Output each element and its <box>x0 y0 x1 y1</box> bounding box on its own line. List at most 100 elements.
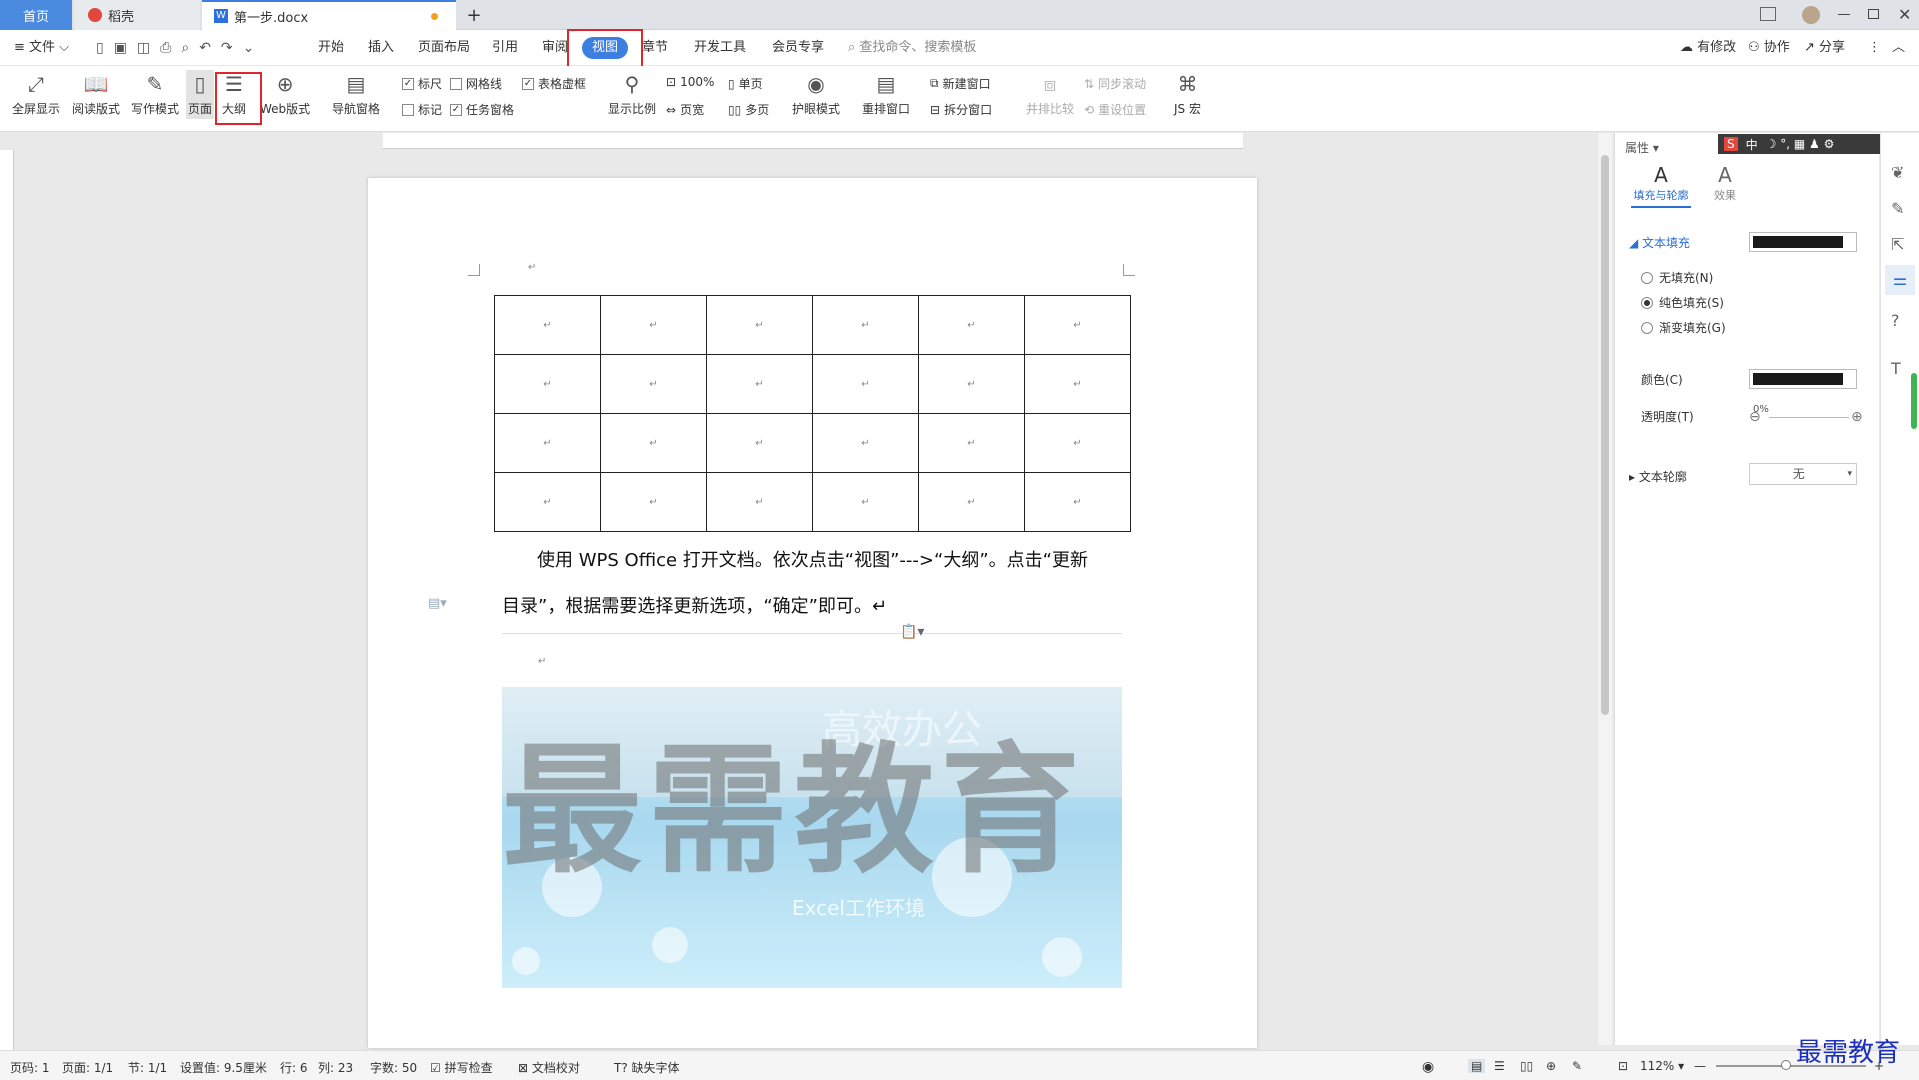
table-cell[interactable]: ↵ <box>494 354 601 414</box>
table-cell[interactable]: ↵ <box>918 413 1025 473</box>
tab-document[interactable]: W 第一步.docx <box>202 0 456 30</box>
select-icon[interactable]: ⇱ <box>1891 235 1904 254</box>
table-cell[interactable]: ↵ <box>600 295 707 355</box>
vertical-ruler[interactable] <box>0 150 14 1050</box>
table-cell[interactable]: ↵ <box>812 413 919 473</box>
avatar[interactable] <box>1802 6 1820 24</box>
status-col[interactable]: 列: 23 <box>318 1059 353 1076</box>
fullscreen-button[interactable]: ⤢ 全屏显示 <box>12 72 60 117</box>
table-cell[interactable]: ↵ <box>812 472 919 532</box>
decrease-icon[interactable]: ⊖ <box>1749 409 1761 425</box>
table-cell[interactable]: ↵ <box>918 354 1025 414</box>
writing-mode-button[interactable]: ✎ 写作模式 <box>131 72 179 117</box>
tab-effect[interactable]: A 效果 <box>1705 163 1745 203</box>
reading-mode-button[interactable]: 📖 阅读版式 <box>72 72 120 117</box>
spell-check-button[interactable]: ☑ 拼写检查 <box>430 1059 493 1076</box>
web-view-button[interactable]: ⊕ Web版式 <box>260 72 310 117</box>
gridlines-checkbox[interactable]: 网格线 <box>450 75 502 92</box>
quick-access-icons[interactable]: ▯▣◫⎙⌕↶↷⌄ <box>96 40 264 56</box>
radio-no-fill[interactable]: 无填充(N) <box>1641 269 1713 286</box>
text-fill-section[interactable]: ◢ 文本填充 <box>1629 234 1690 251</box>
restore-icon[interactable] <box>1868 9 1879 19</box>
table-cell[interactable]: ↵ <box>706 472 813 532</box>
page-view-icon[interactable]: ▤ <box>1468 1059 1486 1073</box>
outline-dropdown[interactable]: 无 ▾ <box>1749 463 1857 485</box>
properties-toggle[interactable]: ⚌ <box>1885 265 1915 295</box>
web-view-icon[interactable]: ⊕ <box>1546 1059 1556 1073</box>
outline-view-icon[interactable]: ☰ <box>1494 1059 1505 1073</box>
table-cell[interactable]: ↵ <box>812 354 919 414</box>
table-cell[interactable]: ↵ <box>600 472 707 532</box>
page-width-button[interactable]: ⇔ 页宽 <box>666 101 704 118</box>
multi-page-button[interactable]: ▯▯ 多页 <box>728 101 769 118</box>
menu-layout[interactable]: 页面布局 <box>418 30 470 66</box>
page-count-icon[interactable] <box>1760 7 1776 21</box>
more-icon[interactable]: ⋮ <box>1868 30 1881 66</box>
fit-page-icon[interactable]: ⊡ <box>1618 1059 1628 1073</box>
write-mode-icon[interactable]: ✎ <box>1572 1059 1582 1073</box>
zoom-level[interactable]: 112% ▾ <box>1640 1059 1684 1073</box>
table-cell[interactable]: ↵ <box>706 354 813 414</box>
transparency-slider[interactable] <box>1769 417 1849 418</box>
zoom-slider-thumb[interactable] <box>1781 1060 1791 1070</box>
table-grid-checkbox[interactable]: ✓ 表格虚框 <box>522 75 586 92</box>
horizontal-ruler[interactable] <box>383 133 1243 149</box>
table-cell[interactable]: ↵ <box>494 413 601 473</box>
style-icon[interactable]: ❦ <box>1891 163 1904 182</box>
menu-start[interactable]: 开始 <box>318 30 344 66</box>
radio-solid-fill[interactable]: 纯色填充(S) <box>1641 294 1724 311</box>
table-cell[interactable]: ↵ <box>1024 354 1131 414</box>
text-fill-color-picker[interactable] <box>1749 232 1857 252</box>
zoom-out-icon[interactable]: — <box>1694 1059 1706 1073</box>
table-cell[interactable]: ↵ <box>812 295 919 355</box>
hundred-percent-button[interactable]: ⊡ 100% <box>666 75 714 89</box>
body-line-2[interactable]: 目录”，根据需要选择更新选项，“确定”即可。↵ <box>502 592 887 618</box>
increase-icon[interactable]: ⊕ <box>1851 409 1863 425</box>
reset-position-button[interactable]: ⟲ 重设位置 <box>1084 101 1146 118</box>
arrange-windows-button[interactable]: ▤ 重排窗口 <box>862 72 910 117</box>
eye-mode-button[interactable]: ◉ 护眼模式 <box>792 72 840 117</box>
menu-reference[interactable]: 引用 <box>492 30 518 66</box>
zoom-button[interactable]: ⚲ 显示比例 <box>608 72 656 117</box>
mark-checkbox[interactable]: 标记 <box>402 101 442 118</box>
single-page-button[interactable]: ▯ 单页 <box>728 75 763 92</box>
text-outline-section[interactable]: ▸ 文本轮廓 <box>1629 468 1687 485</box>
menu-member[interactable]: 会员专享 <box>772 30 824 66</box>
missing-font-button[interactable]: T? 缺失字体 <box>614 1059 680 1076</box>
scrollbar-thumb[interactable] <box>1601 155 1609 715</box>
table-cell[interactable]: ↵ <box>494 295 601 355</box>
paste-options-icon[interactable]: 📋▾ <box>900 624 924 640</box>
menu-insert[interactable]: 插入 <box>368 30 394 66</box>
side-by-side-button[interactable]: ⧈ 并排比较 <box>1026 72 1074 117</box>
status-row[interactable]: 行: 6 <box>280 1059 308 1076</box>
document-page[interactable]: ↵ ↵ ↵ ↵ ↵ ↵ ↵ ↵ ↵ ↵ ↵ ↵ ↵ ↵ ↵ ↵ ↵ ↵ ↵ ↵ ↵ ↵ ↵ ↵ ↵ 使用 WPS Office… <box>368 178 1257 1048</box>
nav-pane-button[interactable]: ▤ 导航窗格 <box>332 72 380 117</box>
share-button[interactable]: ↗ 分享 <box>1804 30 1845 66</box>
split-window-button[interactable]: ⊟ 拆分窗口 <box>930 101 992 118</box>
table-cell[interactable]: ↵ <box>706 413 813 473</box>
eye-protect-icon[interactable]: ◉ <box>1422 1059 1434 1075</box>
search-command[interactable]: ⌕ 查找命令、搜索模板 <box>848 30 976 66</box>
tab-fill-outline[interactable]: A 填充与轮廓 <box>1631 163 1691 208</box>
collapse-ribbon-icon[interactable]: ︿ <box>1892 30 1905 66</box>
paragraph-handle-icon[interactable]: ▤▾ <box>428 596 447 611</box>
document-table[interactable]: ↵ ↵ ↵ ↵ ↵ ↵ ↵ ↵ ↵ ↵ ↵ ↵ ↵ ↵ ↵ ↵ ↵ ↵ ↵ ↵ ↵ ↵ ↵ ↵ <box>494 295 1131 532</box>
close-icon[interactable]: ✕ <box>1898 5 1911 24</box>
menu-chapter[interactable]: 章节 <box>642 30 668 66</box>
tab-daoke[interactable]: 稻壳 <box>74 0 200 30</box>
status-words[interactable]: 字数: 50 <box>370 1059 417 1076</box>
add-tab-button[interactable]: + <box>462 0 486 30</box>
help-icon[interactable]: ? <box>1891 311 1900 330</box>
status-section[interactable]: 节: 1/1 <box>128 1059 167 1076</box>
ruler-checkbox[interactable]: ✓ 标尺 <box>402 75 442 92</box>
table-cell[interactable]: ↵ <box>706 295 813 355</box>
properties-title[interactable]: 属性 ▾ <box>1625 139 1659 156</box>
page-view-button[interactable]: ▯ 页面 <box>186 70 215 119</box>
reading-view-icon[interactable]: ▯▯ <box>1520 1059 1533 1073</box>
table-cell[interactable]: ↵ <box>918 472 1025 532</box>
status-setting[interactable]: 设置值: 9.5厘米 <box>180 1059 267 1076</box>
proofread-button[interactable]: ⊠ 文档校对 <box>518 1059 580 1076</box>
table-cell[interactable]: ↵ <box>600 413 707 473</box>
file-menu[interactable]: ≡ 文件 ⌵ <box>14 30 69 66</box>
status-pages[interactable]: 页面: 1/1 <box>62 1059 113 1076</box>
